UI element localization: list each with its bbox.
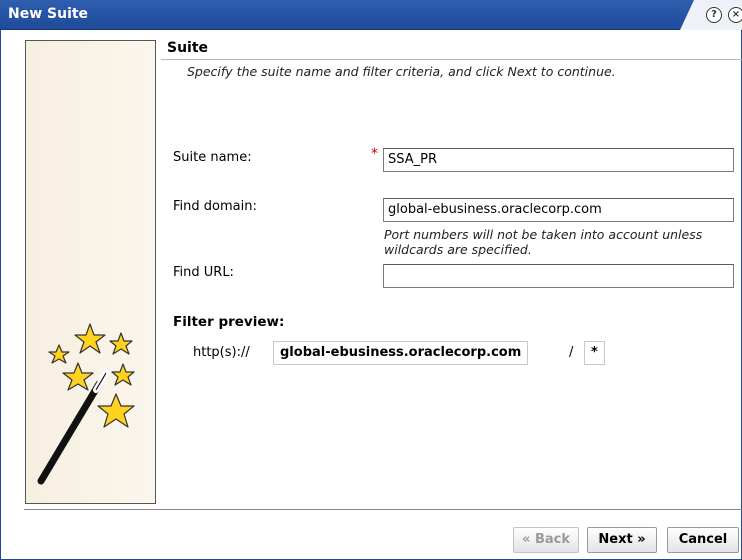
star-icon xyxy=(74,323,106,354)
filter-preview-title: Filter preview: xyxy=(173,314,285,330)
back-button[interactable]: « Back xyxy=(513,527,579,553)
star-icon xyxy=(111,363,135,386)
header-divider xyxy=(161,59,742,60)
domain-hint-text: Port numbers will not be taken into acco… xyxy=(384,227,703,257)
star-icon xyxy=(62,362,94,391)
filter-preview-path: * xyxy=(584,341,605,365)
star-icon xyxy=(48,344,70,364)
cancel-button[interactable]: Cancel xyxy=(667,527,739,553)
filter-preview-protocol: http(s):// xyxy=(193,345,250,360)
section-title: Suite xyxy=(167,40,209,56)
find-url-input[interactable] xyxy=(383,264,734,288)
suite-name-label: Suite name: xyxy=(173,150,252,165)
required-marker: * xyxy=(371,146,378,162)
close-icon[interactable]: × xyxy=(728,7,742,23)
star-icon xyxy=(97,393,135,428)
star-icon xyxy=(109,332,133,355)
window-titlebar: New Suite ? × xyxy=(0,0,742,30)
next-button[interactable]: Next » xyxy=(587,527,657,553)
window-title: New Suite xyxy=(8,6,89,22)
wand-shaft xyxy=(37,380,103,485)
magic-wand-stars-icon xyxy=(37,323,135,485)
find-domain-label: Find domain: xyxy=(173,199,257,214)
instructions-text: Specify the suite name and filter criter… xyxy=(187,64,616,79)
filter-preview-domain: global-ebusiness.oraclecorp.com xyxy=(273,341,529,365)
filter-preview-separator: / xyxy=(569,345,574,360)
footer-divider xyxy=(24,509,742,510)
help-icon[interactable]: ? xyxy=(706,7,722,23)
find-url-label: Find URL: xyxy=(173,265,234,280)
suite-name-input[interactable]: SSA_PR xyxy=(383,148,734,172)
wizard-illustration-panel xyxy=(25,40,156,504)
find-domain-input[interactable]: global-ebusiness.oraclecorp.com xyxy=(383,198,734,222)
